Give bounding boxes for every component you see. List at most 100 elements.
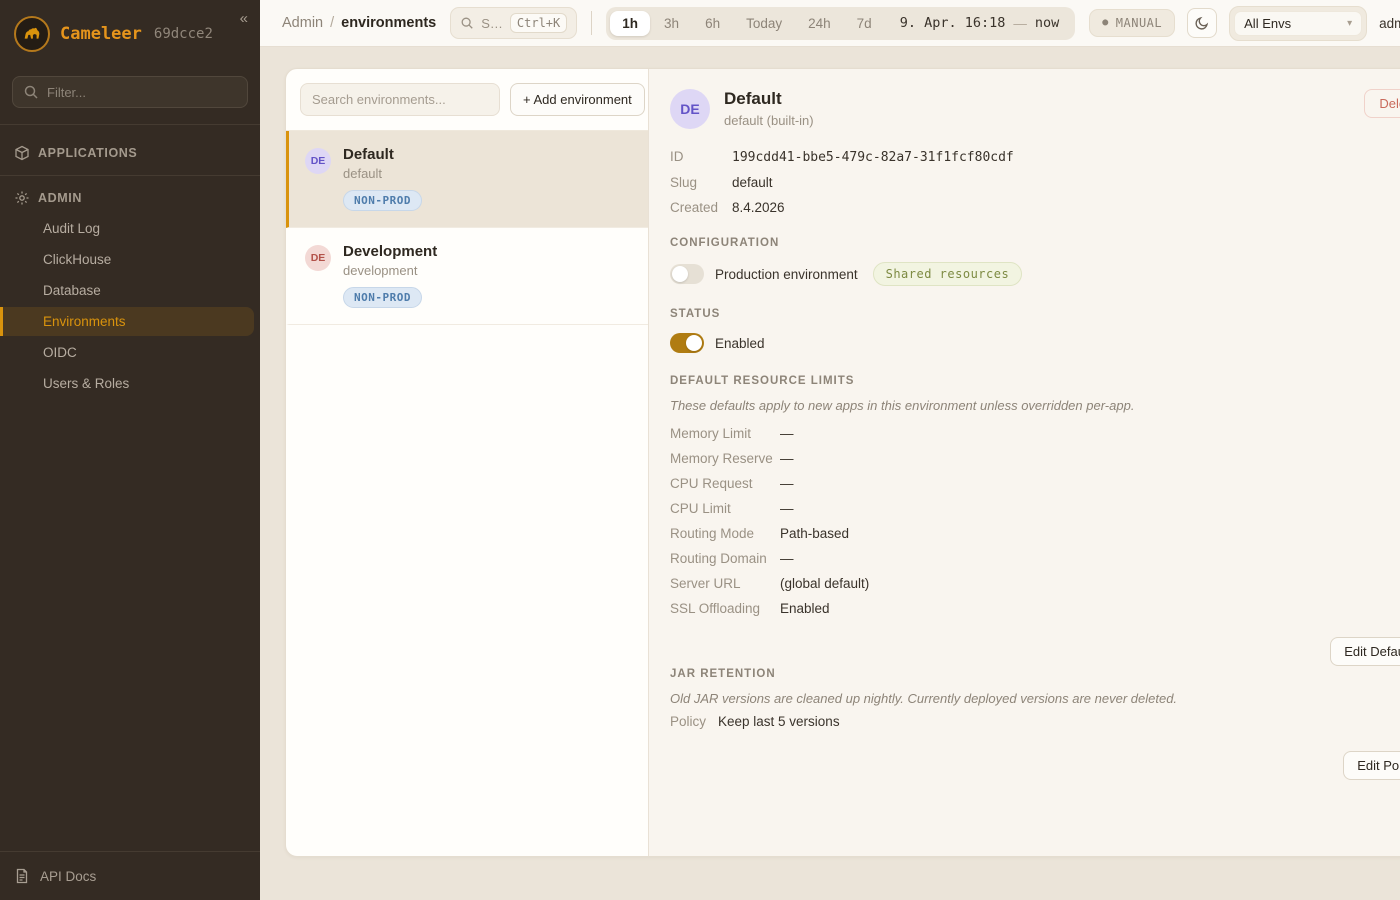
- resource-label: Memory Reserve: [670, 451, 780, 466]
- delete-environment-button[interactable]: Delete: [1364, 89, 1400, 118]
- resource-value: (global default): [780, 576, 869, 591]
- environment-slug: default: [343, 166, 422, 181]
- edit-defaults-button[interactable]: Edit Defaults: [1330, 637, 1400, 666]
- sidebar-item-oidc[interactable]: OIDC: [0, 338, 254, 367]
- section-label: APPLICATIONS: [38, 146, 137, 160]
- sidebar-filter-input[interactable]: [47, 85, 237, 100]
- add-environment-button[interactable]: + Add environment: [510, 83, 645, 116]
- edit-policy-row: Edit Policy: [670, 751, 1400, 780]
- detail-subtitle: default (built-in): [724, 113, 814, 128]
- sidebar-section-admin[interactable]: ADMIN: [0, 184, 260, 212]
- environment-item-body: Default default NON-PROD: [343, 146, 422, 211]
- header-right-cluster: ● MANUAL All Envs ▾ admin AD: [1089, 6, 1400, 41]
- env-filter-inner: All Envs ▾: [1234, 11, 1362, 36]
- detail-meta: ID 199cdd41-bbe5-479c-82a7-31f1fcf80cdf …: [670, 149, 1400, 215]
- env-filter-select[interactable]: All Envs ▾: [1229, 6, 1367, 41]
- time-range-3h[interactable]: 3h: [652, 11, 691, 36]
- sidebar-item-users-roles[interactable]: Users & Roles: [0, 369, 254, 398]
- sidebar-filter-box[interactable]: [12, 76, 248, 108]
- search-icon: [460, 16, 474, 30]
- resource-label: SSL Offloading: [670, 601, 780, 616]
- time-range-today[interactable]: Today: [734, 11, 794, 36]
- environments-card: + Add environment DE Default default NON…: [285, 68, 1400, 857]
- enabled-toggle[interactable]: [670, 333, 704, 353]
- jar-retention-heading: JAR RETENTION: [670, 668, 1400, 680]
- meta-label: Created: [670, 200, 732, 215]
- resource-row-cpu-limit: CPU Limit —: [670, 496, 1400, 521]
- collapse-sidebar-icon[interactable]: «: [240, 10, 248, 27]
- top-header: Admin / environments S… Ctrl+K 1h 3h 6h …: [260, 0, 1400, 47]
- resource-limits-description: These defaults apply to new apps in this…: [670, 398, 1400, 413]
- resource-limits-heading: DEFAULT RESOURCE LIMITS: [670, 375, 1400, 387]
- resource-label: Server URL: [670, 576, 780, 591]
- time-range-7d[interactable]: 7d: [845, 11, 884, 36]
- environment-list-item-default[interactable]: DE Default default NON-PROD: [286, 131, 648, 228]
- edit-policy-button[interactable]: Edit Policy: [1343, 751, 1400, 780]
- refresh-mode-button[interactable]: ● MANUAL: [1089, 9, 1175, 37]
- brand-version: 69dcce2: [154, 26, 213, 42]
- global-search-button[interactable]: S… Ctrl+K: [450, 7, 577, 39]
- resource-row-routing-mode: Routing Mode Path-based: [670, 521, 1400, 546]
- environment-id-value: 199cdd41-bbe5-479c-82a7-31f1fcf80cdf: [732, 150, 1014, 165]
- moon-icon: [1194, 15, 1210, 31]
- environment-avatar: DE: [305, 148, 331, 174]
- sidebar-item-environments[interactable]: Environments: [0, 307, 254, 336]
- sidebar-divider: [0, 175, 260, 176]
- resource-value: Enabled: [780, 601, 830, 616]
- camel-logo-icon: [14, 16, 50, 52]
- status-toggle-row: Enabled: [670, 333, 1400, 353]
- resource-row-server-url: Server URL (global default): [670, 571, 1400, 596]
- package-icon: [14, 145, 30, 161]
- resource-value: —: [780, 426, 794, 441]
- api-docs-link[interactable]: API Docs: [0, 851, 260, 900]
- meta-row-id: ID 199cdd41-bbe5-479c-82a7-31f1fcf80cdf: [670, 149, 1400, 165]
- section-label: ADMIN: [38, 191, 82, 205]
- breadcrumb-admin[interactable]: Admin: [282, 15, 323, 31]
- sidebar-section-applications[interactable]: APPLICATIONS: [0, 139, 260, 167]
- resource-value: —: [780, 551, 794, 566]
- environment-search-input[interactable]: [300, 83, 500, 116]
- meta-row-slug: Slug default: [670, 175, 1400, 190]
- resource-value: —: [780, 451, 794, 466]
- time-end: now: [1035, 15, 1059, 31]
- environment-list-panel: + Add environment DE Default default NON…: [286, 69, 649, 856]
- time-range-control: 1h 3h 6h Today 24h 7d 9. Apr. 16:18 — no…: [606, 7, 1075, 40]
- breadcrumb-current: environments: [341, 15, 436, 31]
- detail-title: Default: [724, 89, 814, 109]
- environment-name: Default: [343, 146, 422, 163]
- resource-label: CPU Request: [670, 476, 780, 491]
- sidebar-item-database[interactable]: Database: [0, 276, 254, 305]
- configuration-heading: CONFIGURATION: [670, 237, 1400, 249]
- time-range-1h[interactable]: 1h: [610, 11, 650, 36]
- resource-value: Path-based: [780, 526, 849, 541]
- environment-avatar: DE: [305, 245, 331, 271]
- resource-label: Routing Domain: [670, 551, 780, 566]
- production-environment-toggle[interactable]: [670, 264, 704, 284]
- toggle-knob: [686, 335, 702, 351]
- detail-header: DE Default default (built-in) Delete: [670, 89, 1400, 129]
- non-prod-badge: NON-PROD: [343, 287, 422, 308]
- time-display[interactable]: 9. Apr. 16:18 — now: [886, 15, 1072, 31]
- environment-name: Development: [343, 243, 437, 260]
- environment-slug-value: default: [732, 175, 773, 190]
- sidebar-item-audit-log[interactable]: Audit Log: [0, 214, 254, 243]
- environment-detail-panel: DE Default default (built-in) Delete ID …: [649, 69, 1400, 856]
- refresh-mode-label: MANUAL: [1116, 16, 1162, 30]
- sidebar-filter-wrap: [0, 70, 260, 125]
- time-separator: —: [1013, 16, 1027, 31]
- resource-value: —: [780, 476, 794, 491]
- time-range-24h[interactable]: 24h: [796, 11, 843, 36]
- resource-label: Memory Limit: [670, 426, 780, 441]
- resource-value: —: [780, 501, 794, 516]
- status-heading: STATUS: [670, 308, 1400, 320]
- breadcrumb-separator: /: [330, 15, 334, 31]
- jar-retention-description: Old JAR versions are cleaned up nightly.…: [670, 691, 1400, 706]
- dark-mode-toggle[interactable]: [1187, 8, 1217, 38]
- time-range-6h[interactable]: 6h: [693, 11, 732, 36]
- environment-list-item-development[interactable]: DE Development development NON-PROD: [286, 228, 648, 325]
- sidebar-item-clickhouse[interactable]: ClickHouse: [0, 245, 254, 274]
- breadcrumb: Admin / environments: [282, 15, 436, 31]
- resource-label: CPU Limit: [670, 501, 780, 516]
- resource-label: Routing Mode: [670, 526, 780, 541]
- api-docs-label: API Docs: [40, 869, 96, 884]
